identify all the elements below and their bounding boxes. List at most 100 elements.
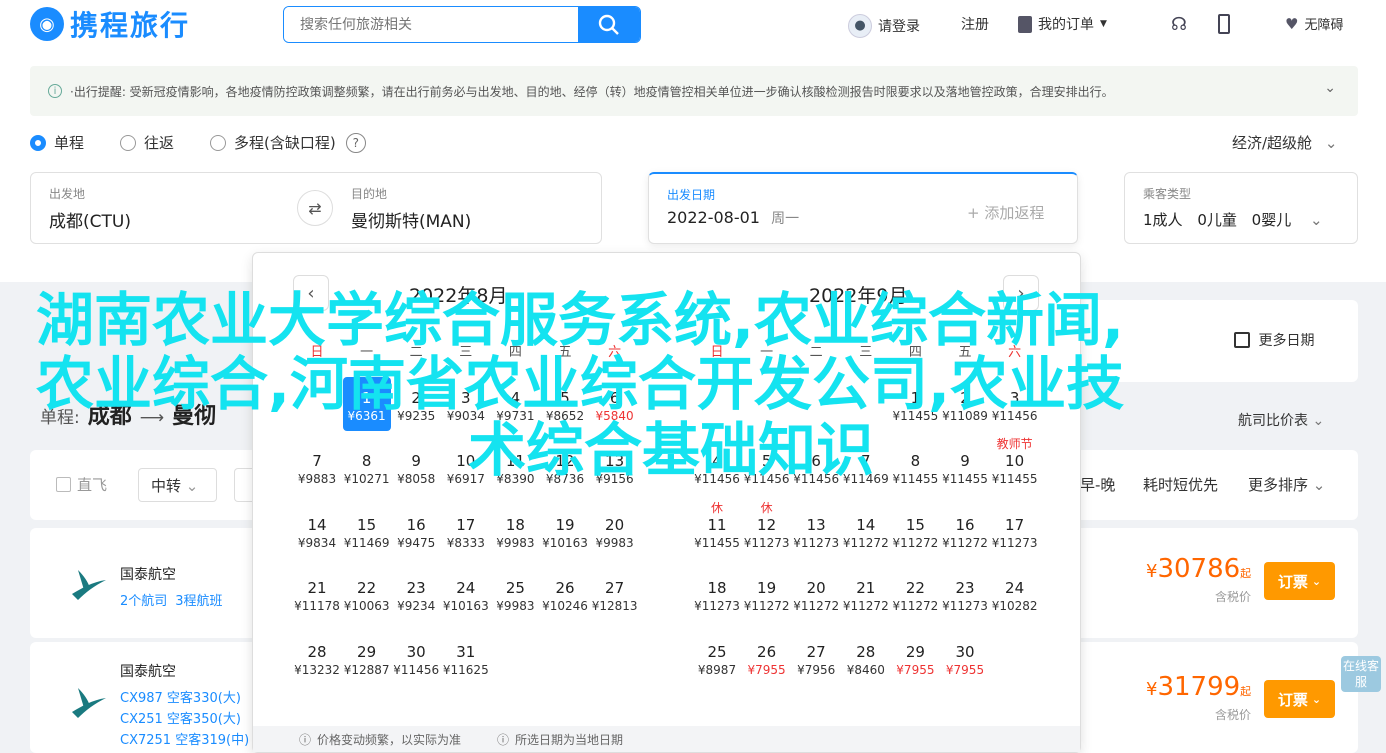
calendar-day[interactable]: 8 ¥10271	[343, 440, 391, 494]
calendar-day[interactable]: 5 ¥8652	[541, 377, 589, 431]
book-button[interactable]: 订票 ⌄	[1264, 680, 1335, 718]
calendar-day[interactable]: 13 ¥11273	[792, 504, 840, 558]
calendar-day[interactable]: 4 ¥9731	[491, 377, 539, 431]
service-icon[interactable]: ☊	[1171, 14, 1187, 35]
calendar-day[interactable]: 24 ¥10163	[442, 567, 490, 621]
day-price: ¥8333	[446, 535, 485, 550]
calendar-day[interactable]: 17 ¥11273	[991, 504, 1039, 558]
collapse-icon[interactable]: ⌄	[1324, 80, 1336, 96]
calendar-day[interactable]: 7 ¥9883	[293, 440, 341, 494]
my-orders-menu[interactable]: 我的订单 ▼	[1018, 14, 1107, 34]
sort-early-late[interactable]: 早-晚	[1080, 474, 1115, 495]
help-icon[interactable]: ?	[345, 132, 366, 153]
calendar-day[interactable]: 15 ¥11469	[343, 504, 391, 558]
radio-round-trip[interactable]: 往返	[120, 132, 174, 153]
calendar-day[interactable]: 休 11 ¥11455	[693, 502, 741, 558]
calendar-day[interactable]: 22 ¥11272	[891, 567, 939, 621]
transfer-select[interactable]: 中转 ⌄	[138, 468, 217, 502]
calendar-day[interactable]: 31 ¥11625	[442, 631, 490, 685]
calendar-day[interactable]: 16 ¥11272	[941, 504, 989, 558]
calendar-day[interactable]: 27 ¥7956	[792, 631, 840, 685]
calendar-day[interactable]: 1 ¥6361	[342, 377, 391, 431]
login-link[interactable]: ● 请登录	[848, 14, 920, 38]
calendar-day[interactable]: 6 ¥5840	[591, 377, 639, 431]
calendar-day[interactable]: 22 ¥10063	[343, 567, 391, 621]
calendar-day[interactable]: 30 ¥11456	[392, 631, 440, 685]
add-return-button[interactable]: + 添加返程	[967, 202, 1044, 223]
calendar-day[interactable]: 23 ¥9234	[392, 567, 440, 621]
search-button[interactable]	[578, 7, 640, 42]
calendar-day[interactable]: 7 ¥11469	[842, 440, 890, 494]
mobile-icon[interactable]	[1218, 14, 1230, 34]
calendar-day[interactable]: 21 ¥11272	[842, 567, 890, 621]
calendar-day[interactable]: 26 ¥10246	[541, 567, 589, 621]
swap-route-icon[interactable]: ⇄	[297, 190, 333, 226]
calendar-day[interactable]: 19 ¥11272	[743, 567, 791, 621]
calendar-day[interactable]: 3 ¥11456	[991, 377, 1039, 431]
direct-checkbox[interactable]: 直飞	[56, 474, 107, 495]
from-field[interactable]: 成都(CTU)	[49, 207, 131, 232]
book-button[interactable]: 订票 ⌄	[1264, 562, 1335, 600]
online-service-button[interactable]: 在线客服	[1341, 656, 1381, 692]
calendar-day[interactable]: 19 ¥10163	[541, 504, 589, 558]
calendar-day[interactable]: 25 ¥8987	[693, 631, 741, 685]
calendar-day[interactable]: 16 ¥9475	[392, 504, 440, 558]
calendar-day[interactable]: 25 ¥9983	[491, 567, 539, 621]
calendar-day[interactable]: 10 ¥6917	[442, 440, 490, 494]
search-input[interactable]	[284, 7, 578, 42]
ctrip-logo[interactable]: ◉ 携程旅行	[30, 4, 190, 44]
calendar-day[interactable]: 3 ¥9034	[442, 377, 490, 431]
calendar-day[interactable]: 14 ¥9834	[293, 504, 341, 558]
calendar-day[interactable]: 26 ¥7955	[743, 631, 791, 685]
calendar-day[interactable]: 29 ¥7955	[891, 631, 939, 685]
prev-month-button[interactable]: ‹	[293, 275, 329, 311]
calendar-day[interactable]: 13 ¥9156	[591, 440, 639, 494]
calendar-day[interactable]: 休 12 ¥11273	[743, 502, 791, 558]
calendar-day[interactable]: 2 ¥11089	[941, 377, 989, 431]
calendar-day[interactable]: 24 ¥10282	[991, 567, 1039, 621]
calendar-day[interactable]: 11 ¥8390	[491, 440, 539, 494]
calendar-day[interactable]: 1 ¥11455	[891, 377, 939, 431]
calendar-day[interactable]: 18 ¥11273	[693, 567, 741, 621]
calendar-day[interactable]: 20 ¥9983	[591, 504, 639, 558]
register-link[interactable]: 注册	[961, 14, 989, 34]
calendar-day[interactable]: 教师节 10 ¥11455	[991, 438, 1039, 494]
calendar-day[interactable]: 27 ¥12813	[591, 567, 639, 621]
calendar-day[interactable]: 8 ¥11455	[891, 440, 939, 494]
calendar-day[interactable]: 12 ¥8736	[541, 440, 589, 494]
flight-segment[interactable]: CX7251 空客319(中)	[120, 729, 249, 748]
airline-compare-button[interactable]: 航司比价表 ⌄	[1238, 410, 1324, 430]
more-dates-button[interactable]: 更多日期	[1234, 330, 1314, 350]
more-sort-select[interactable]: 更多排序 ⌄	[1248, 474, 1325, 495]
calendar-day[interactable]: 21 ¥11178	[293, 567, 341, 621]
calendar-day[interactable]: 18 ¥9983	[491, 504, 539, 558]
calendar-day[interactable]: 28 ¥13232	[293, 631, 341, 685]
calendar-day[interactable]: 6 ¥11456	[792, 440, 840, 494]
calendar-day[interactable]: 14 ¥11272	[842, 504, 890, 558]
radio-one-way[interactable]: 单程	[30, 132, 84, 153]
calendar-day[interactable]: 17 ¥8333	[442, 504, 490, 558]
flight-segment[interactable]: CX251 空客350(大)	[120, 708, 241, 727]
passenger-box[interactable]: 乘客类型 1成人 0儿童 0婴儿 ⌄	[1124, 172, 1358, 244]
sort-shortest[interactable]: 耗时短优先	[1143, 474, 1218, 495]
calendar-day[interactable]: 28 ¥8460	[842, 631, 890, 685]
date-box[interactable]: 出发日期 2022-08-01 周一 + 添加返程	[648, 172, 1078, 244]
cabin-select[interactable]: 经济/超级舱 ⌄	[1232, 132, 1337, 153]
calendar-day[interactable]: 2 ¥9235	[392, 377, 440, 431]
calendar-day[interactable]: 9 ¥11455	[941, 440, 989, 494]
calendar-day[interactable]: 30 ¥7955	[941, 631, 989, 685]
calendar-day[interactable]: 15 ¥11272	[891, 504, 939, 558]
leg-count[interactable]: 3程航班	[175, 594, 222, 609]
flight-segment[interactable]: CX987 空客330(大)	[120, 687, 241, 706]
next-month-button[interactable]: ›	[1003, 275, 1039, 311]
calendar-day[interactable]: 5 ¥11456	[743, 440, 791, 494]
calendar-day[interactable]: 9 ¥8058	[392, 440, 440, 494]
calendar-day[interactable]: 23 ¥11273	[941, 567, 989, 621]
to-field[interactable]: 曼彻斯特(MAN)	[351, 207, 471, 232]
accessibility-link[interactable]: ♥ 无障碍	[1285, 14, 1343, 34]
calendar-day[interactable]: 20 ¥11272	[792, 567, 840, 621]
calendar-day[interactable]: 4 ¥11456	[693, 440, 741, 494]
calendar-day[interactable]: 29 ¥12887	[343, 631, 391, 685]
radio-multi-city[interactable]: 多程(含缺口程)	[210, 132, 336, 153]
airline-count[interactable]: 2个航司	[120, 594, 167, 609]
